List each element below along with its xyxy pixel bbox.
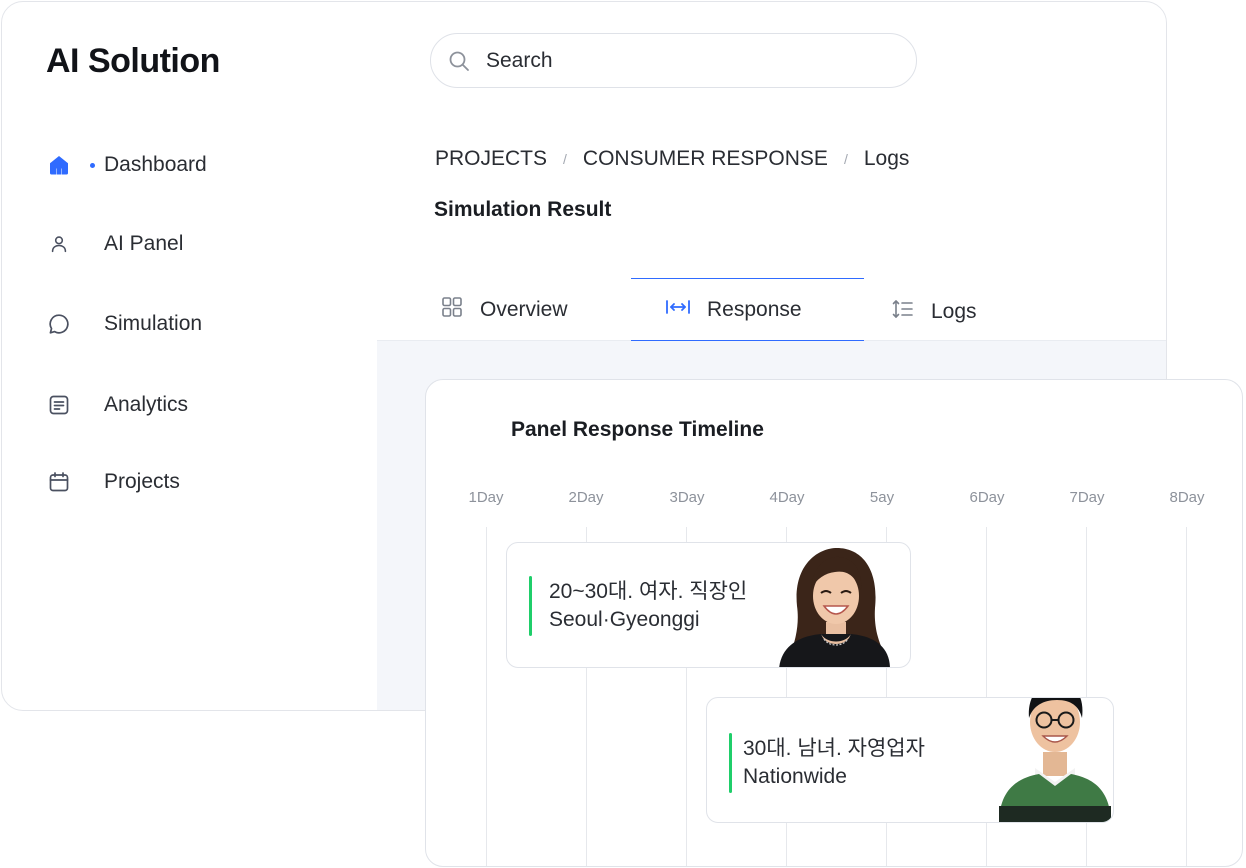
tab-overview[interactable]: Overview: [440, 278, 568, 341]
panel-response-timeline-card: Panel Response Timeline 1Day 2Day 3Day 4…: [425, 379, 1243, 867]
sort-list-icon: [891, 297, 915, 326]
day-label: 6Day: [969, 489, 1005, 506]
tab-label: Logs: [931, 299, 977, 323]
card-title: Panel Response Timeline: [511, 418, 764, 441]
calendar-icon: [46, 469, 72, 495]
search-box[interactable]: [430, 33, 917, 88]
event-region: Seoul·Gyeonggi: [549, 608, 700, 631]
app-title: AI Solution: [46, 42, 220, 80]
search-icon: [447, 49, 471, 78]
sidebar-item-label: Dashboard: [104, 153, 207, 176]
event-demographic: 30대. 남녀. 자영업자: [743, 737, 925, 760]
sidebar-item-projects[interactable]: Projects: [46, 466, 180, 498]
event-region: Nationwide: [743, 765, 847, 788]
tab-label: Response: [707, 297, 802, 321]
event-demographic: 20~30대. 여자. 직장인: [549, 580, 748, 603]
sidebar-item-label: Projects: [104, 470, 180, 493]
breadcrumb-item-consumer-response[interactable]: CONSUMER RESPONSE: [583, 147, 828, 171]
tab-response[interactable]: Response: [631, 278, 864, 341]
event-marker-bar: [729, 733, 732, 793]
sidebar-item-simulation[interactable]: Simulation: [46, 308, 202, 340]
user-icon: [46, 231, 72, 257]
grid-icon: [440, 295, 464, 324]
day-label: 3Day: [669, 489, 705, 506]
timeline-event-card[interactable]: 20~30대. 여자. 직장인 Seoul·Gyeonggi: [506, 542, 911, 668]
search-input[interactable]: [486, 46, 886, 76]
sidebar-item-dashboard[interactable]: Dashboard: [46, 149, 207, 181]
page-title: Simulation Result: [434, 198, 612, 221]
active-indicator-dot: [90, 162, 95, 168]
breadcrumb-separator: /: [843, 151, 848, 167]
day-label: 1Day: [468, 489, 504, 506]
smiling-man-with-glasses-avatar: [999, 698, 1111, 822]
day-label: 2Day: [568, 489, 604, 506]
day-label: 4Day: [769, 489, 805, 506]
day-label: 7Day: [1069, 489, 1105, 506]
day-label: 8Day: [1169, 489, 1205, 506]
breadcrumb-item-projects[interactable]: PROJECTS: [435, 147, 547, 171]
breadcrumb: PROJECTS / CONSUMER RESPONSE / Logs: [435, 147, 909, 171]
sidebar-item-ai-panel[interactable]: AI Panel: [46, 228, 183, 260]
smiling-woman-avatar: [779, 548, 890, 667]
sidebar-item-label: Simulation: [104, 312, 203, 335]
home-icon: [46, 152, 72, 178]
sidebar-item-analytics[interactable]: Analytics: [46, 389, 188, 421]
sidebar-item-label: AI Panel: [104, 232, 184, 255]
breadcrumb-separator: /: [563, 151, 567, 167]
breadcrumb-item-logs[interactable]: Logs: [864, 147, 910, 171]
tab-label: Overview: [480, 297, 568, 321]
day-label: 5ay: [869, 489, 895, 506]
sidebar-item-label: Analytics: [104, 393, 189, 416]
chat-bubble-icon: [46, 311, 72, 337]
timeline-grid-line: [1186, 527, 1187, 866]
timeline-grid-line: [486, 527, 487, 866]
document-icon: [46, 392, 72, 418]
event-marker-bar: [529, 576, 532, 636]
expand-horizontal-icon: [665, 295, 691, 324]
tab-logs[interactable]: Logs: [891, 280, 977, 343]
timeline-event-card[interactable]: 30대. 남녀. 자영업자 Nationwide: [706, 697, 1114, 823]
